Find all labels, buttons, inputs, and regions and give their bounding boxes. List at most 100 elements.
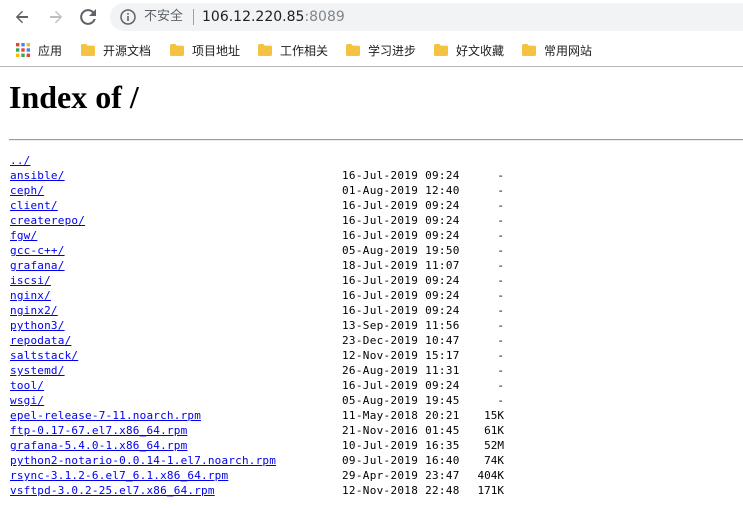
entry-size: 171K: [477, 484, 505, 497]
entry-size: -: [497, 199, 504, 212]
entry-date: 16-Jul-2019 09:24: [342, 214, 460, 227]
entry-link[interactable]: ftp-0.17-67.el7.x86_64.rpm: [10, 423, 187, 438]
entry-date: 16-Jul-2019 09:24: [342, 289, 460, 302]
entry-link[interactable]: ansible/: [10, 168, 65, 183]
entry-size: -: [497, 334, 504, 347]
bookmark-label: 项目地址: [192, 43, 241, 58]
bookmark-label: 开源文档: [103, 43, 152, 58]
folder-icon: [522, 44, 536, 56]
entry-link[interactable]: python2-notario-0.0.14-1.el7.noarch.rpm: [10, 453, 276, 468]
apps-grid-icon: [16, 43, 30, 57]
info-icon[interactable]: [120, 9, 136, 25]
entry-date: 23-Dec-2019 10:47: [342, 334, 460, 347]
entry-size: -: [497, 379, 504, 392]
forward-button[interactable]: [44, 5, 68, 29]
arrow-right-icon: [50, 10, 63, 24]
folder-icon: [81, 44, 95, 56]
entry-date: 05-Aug-2019 19:50: [342, 244, 460, 257]
entry-link[interactable]: fgw/: [10, 228, 37, 243]
reload-icon: [80, 9, 96, 25]
entry-size: -: [497, 304, 504, 317]
entry-date: 21-Nov-2016 01:45: [342, 424, 460, 437]
arrow-left-icon: [15, 10, 28, 24]
bookmark-label: 工作相关: [280, 43, 329, 58]
bookmark-label: 学习进步: [368, 43, 417, 58]
entry-link[interactable]: ceph/: [10, 183, 44, 198]
entry-size: -: [497, 289, 504, 302]
security-label[interactable]: 不安全: [144, 8, 183, 26]
entry-size: -: [497, 184, 504, 197]
url-port: :8089: [304, 9, 345, 25]
folder-icon: [346, 44, 360, 56]
entry-date: 12-Nov-2018 22:48: [342, 484, 460, 497]
entry-link[interactable]: grafana/: [10, 258, 65, 273]
bookmark-folder-project-address[interactable]: 项目地址: [170, 40, 240, 60]
entry-size: 61K: [484, 424, 504, 437]
entry-link[interactable]: tool/: [10, 378, 44, 393]
entry-size: -: [497, 244, 504, 257]
entry-date: 16-Jul-2019 09:24: [342, 169, 460, 182]
entry-date: 01-Aug-2019 12:40: [342, 184, 460, 197]
browser-toolbar: 不安全 106.12.220.85:8089: [0, 0, 743, 34]
entry-date: 13-Sep-2019 11:56: [342, 319, 460, 332]
entry-link[interactable]: systemd/: [10, 363, 65, 378]
entry-size: 74K: [484, 454, 504, 467]
folder-icon: [434, 44, 448, 56]
entry-link[interactable]: rsync-3.1.2-6.el7_6.1.x86_64.rpm: [10, 468, 228, 483]
entry-link[interactable]: client/: [10, 198, 58, 213]
bookmarks-bar: 应用 开源文档 项目地址 工作相关 学习进步 好文收藏 常用网站: [0, 34, 743, 67]
entry-size: -: [497, 394, 504, 407]
entry-date: 29-Apr-2019 23:47: [342, 469, 460, 482]
entry-link[interactable]: gcc-c++/: [10, 243, 65, 258]
url-text[interactable]: 106.12.220.85:8089: [202, 7, 345, 27]
entry-date: 12-Nov-2019 15:17: [342, 349, 460, 362]
reload-button[interactable]: [76, 5, 100, 29]
entry-date: 16-Jul-2019 09:24: [342, 379, 460, 392]
page-content: Index of / ../ansible/16-Jul-2019 09:24 -…: [0, 67, 743, 508]
bookmark-label: 好文收藏: [456, 43, 505, 58]
bookmark-apps[interactable]: 应用: [16, 40, 62, 60]
back-button[interactable]: [10, 5, 34, 29]
entry-link[interactable]: grafana-5.4.0-1.x86_64.rpm: [10, 438, 187, 453]
bookmark-label: 常用网站: [544, 43, 593, 58]
bookmark-folder-open-source-docs[interactable]: 开源文档: [81, 40, 151, 60]
folder-icon: [258, 44, 272, 56]
folder-icon: [170, 44, 184, 56]
entry-link[interactable]: python3/: [10, 318, 65, 333]
url-host: 106.12.220.85: [202, 9, 305, 25]
bookmark-folder-common-sites[interactable]: 常用网站: [522, 40, 592, 60]
entry-date: 09-Jul-2019 16:40: [342, 454, 460, 467]
entry-link[interactable]: vsftpd-3.0.2-25.el7.x86_64.rpm: [10, 483, 215, 498]
entry-date: 11-May-2018 20:21: [342, 409, 460, 422]
entry-date: 16-Jul-2019 09:24: [342, 199, 460, 212]
divider: [9, 139, 743, 141]
entry-date: 26-Aug-2019 11:31: [342, 364, 460, 377]
entry-size: -: [497, 349, 504, 362]
entry-link[interactable]: createrepo/: [10, 213, 85, 228]
entry-link[interactable]: epel-release-7-11.noarch.rpm: [10, 408, 201, 423]
entry-size: 404K: [477, 469, 505, 482]
entry-date: 16-Jul-2019 09:24: [342, 304, 460, 317]
entry-date: 16-Jul-2019 09:24: [342, 274, 460, 287]
bookmark-folder-favorite-articles[interactable]: 好文收藏: [434, 40, 504, 60]
entry-link[interactable]: nginx2/: [10, 303, 58, 318]
bookmark-label: 应用: [38, 43, 63, 58]
entry-link[interactable]: saltstack/: [10, 348, 78, 363]
entry-link[interactable]: iscsi/: [10, 273, 51, 288]
bookmark-folder-study[interactable]: 学习进步: [346, 40, 416, 60]
entry-date: 10-Jul-2019 16:35: [342, 439, 460, 452]
entry-size: 52M: [484, 439, 504, 452]
entry-link[interactable]: wsgi/: [10, 393, 44, 408]
bookmark-folder-work[interactable]: 工作相关: [258, 40, 328, 60]
address-bar[interactable]: 不安全 106.12.220.85:8089: [110, 3, 743, 31]
entry-link[interactable]: ../: [10, 153, 30, 168]
entry-date: 18-Jul-2019 11:07: [342, 259, 460, 272]
entry-date: 16-Jul-2019 09:24: [342, 229, 460, 242]
entry-link[interactable]: nginx/: [10, 288, 51, 303]
entry-link[interactable]: repodata/: [10, 333, 71, 348]
entry-date: 05-Aug-2019 19:45: [342, 394, 460, 407]
entry-size: -: [497, 214, 504, 227]
entry-size: -: [497, 274, 504, 287]
entry-size: -: [497, 229, 504, 242]
entry-size: -: [497, 319, 504, 332]
